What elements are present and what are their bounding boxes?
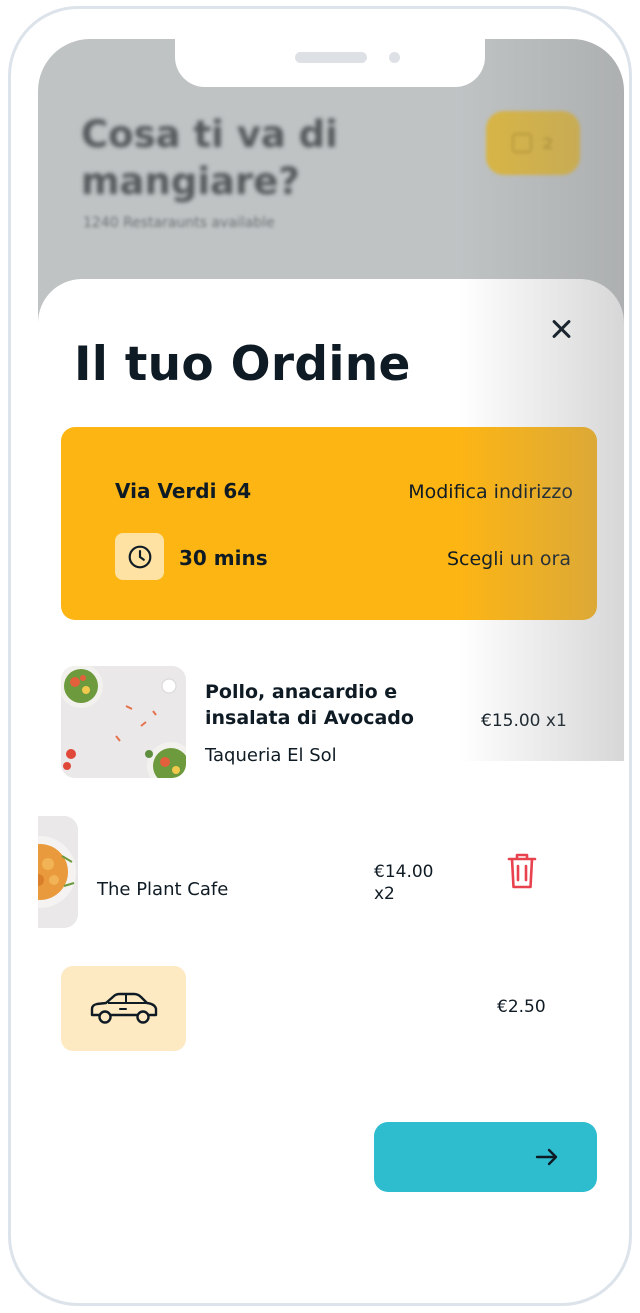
phone-notch: [175, 39, 485, 87]
speaker: [295, 52, 367, 63]
background-cart-button: 2: [486, 111, 580, 175]
close-icon[interactable]: [548, 315, 576, 343]
food-image-salad: [61, 666, 186, 778]
delivery-time: 30 mins: [179, 546, 268, 570]
trash-icon: [507, 853, 537, 889]
background-subtitle: 1240 Restaraunts available: [83, 215, 275, 231]
delivery-time-badge: [115, 533, 164, 580]
order-title: Il tuo Ordine: [74, 337, 411, 392]
delete-item-button[interactable]: [505, 851, 539, 891]
clock-icon: [128, 545, 151, 568]
car-icon: [90, 992, 157, 1024]
item-price: €15.00 x1: [481, 711, 567, 731]
arrow-right-icon: [535, 1148, 558, 1166]
camera: [389, 52, 400, 63]
address-card: Via Verdi 64 Modifica indirizzo 30 mins …: [61, 427, 597, 620]
edit-address-link[interactable]: Modifica indirizzo: [408, 481, 573, 503]
item-name: Pollo, anacardio e insalata di Avocado: [205, 681, 414, 729]
background-title: Cosa ti va di mangiare?: [81, 113, 338, 203]
choose-time-link[interactable]: Scegli un ora: [447, 548, 571, 570]
food-image-pasta: [38, 816, 78, 928]
delivery-icon-box: [61, 966, 186, 1051]
item-restaurant: The Plant Cafe: [97, 879, 229, 900]
cart-icon: [512, 133, 533, 153]
item-price: €14.00 x2: [374, 862, 434, 904]
delivery-price: €2.50: [497, 997, 546, 1017]
phone-screen: Cosa ti va di mangiare? 1240 Restaraunts…: [38, 39, 624, 1287]
item-restaurant: Taqueria El Sol: [205, 745, 337, 766]
delivery-address: Via Verdi 64: [115, 479, 252, 503]
background-cart-count: 2: [542, 133, 554, 153]
phone-frame: Cosa ti va di mangiare? 1240 Restaraunts…: [8, 6, 632, 1306]
checkout-button[interactable]: [374, 1122, 597, 1192]
